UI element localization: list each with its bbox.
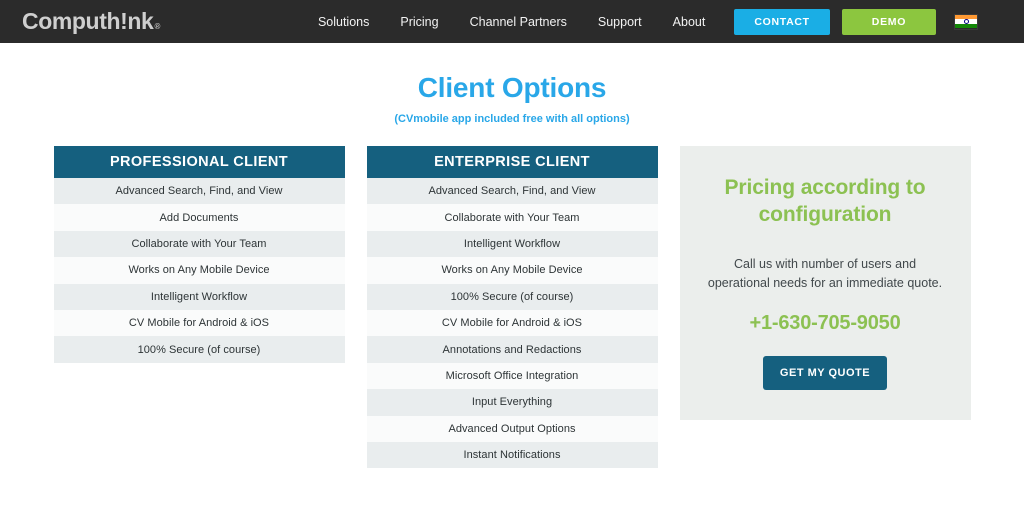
nav-links: Solutions Pricing Channel Partners Suppo… [318, 15, 705, 29]
pricing-title: Pricing according to configuration [724, 176, 926, 226]
feature-row: CV Mobile for Android & iOS [366, 309, 658, 337]
feature-row: Advanced Search, Find, and View [366, 178, 658, 205]
logo[interactable]: Computh! nk ® [22, 10, 160, 33]
page-subtitle: (CVmobile app included free with all opt… [394, 113, 630, 125]
logo-trademark: ® [154, 22, 160, 31]
nav-item-about[interactable]: About [673, 15, 706, 29]
feature-row: Works on Any Mobile Device [53, 257, 345, 284]
nav-item-solutions[interactable]: Solutions [318, 15, 369, 29]
logo-stylized-i: ! [120, 8, 128, 34]
feature-row: Advanced Output Options [366, 415, 658, 442]
contact-button[interactable]: CONTACT [734, 8, 830, 35]
demo-button[interactable]: DEMO [841, 8, 937, 35]
feature-row: Add Documents [53, 204, 345, 231]
get-my-quote-button[interactable]: GET MY QUOTE [762, 355, 888, 390]
feature-row: Input Everything [366, 389, 658, 416]
feature-list-enterprise: Advanced Search, Find, and View Collabor… [366, 178, 658, 469]
feature-list-professional: Advanced Search, Find, and View Add Docu… [53, 178, 345, 363]
options-columns: PROFESSIONAL CLIENT Advanced Search, Fin… [0, 146, 1024, 469]
feature-row: Advanced Search, Find, and View [53, 178, 345, 205]
flag-stripe-green [955, 23, 978, 29]
pricing-panel: Pricing according to configuration Call … [679, 146, 971, 420]
pricing-description: Call us with number of users and operati… [707, 256, 943, 291]
feature-row: Collaborate with Your Team [53, 230, 345, 258]
feature-row: 100% Secure (of course) [366, 283, 658, 310]
feature-row: Works on Any Mobile Device [366, 257, 658, 284]
feature-row: 100% Secure (of course) [53, 336, 345, 363]
feature-row: Intelligent Workflow [53, 283, 345, 310]
ashoka-chakra-icon [963, 19, 969, 24]
india-flag-icon[interactable] [954, 13, 979, 30]
nav-item-support[interactable]: Support [598, 15, 642, 29]
logo-text-tail: nk [127, 8, 154, 34]
feature-row: Instant Notifications [366, 441, 658, 469]
card-professional-client: PROFESSIONAL CLIENT Advanced Search, Fin… [53, 146, 345, 363]
card-enterprise-client: ENTERPRISE CLIENT Advanced Search, Find,… [366, 146, 658, 469]
nav-item-channel-partners[interactable]: Channel Partners [470, 15, 567, 29]
card-header-enterprise: ENTERPRISE CLIENT [366, 146, 658, 178]
nav-item-pricing[interactable]: Pricing [400, 15, 438, 29]
pricing-phone-number[interactable]: +1-630-705-9050 [706, 312, 945, 335]
navbar: Computh! nk ® Solutions Pricing Channel Pa… [0, 0, 1024, 43]
nav-buttons: CONTACT DEMO [734, 8, 937, 35]
feature-row: Collaborate with Your Team [366, 204, 658, 231]
page-content: Client Options (CVmobile app included fr… [0, 43, 1024, 469]
logo-text-main: Computh [22, 8, 121, 34]
feature-row: Microsoft Office Integration [366, 362, 658, 390]
feature-row: Intelligent Workflow [366, 230, 658, 258]
feature-row: CV Mobile for Android & iOS [53, 309, 345, 337]
feature-row: Annotations and Redactions [366, 336, 658, 363]
card-header-professional: PROFESSIONAL CLIENT [53, 146, 345, 178]
page-title: Client Options [417, 72, 607, 103]
